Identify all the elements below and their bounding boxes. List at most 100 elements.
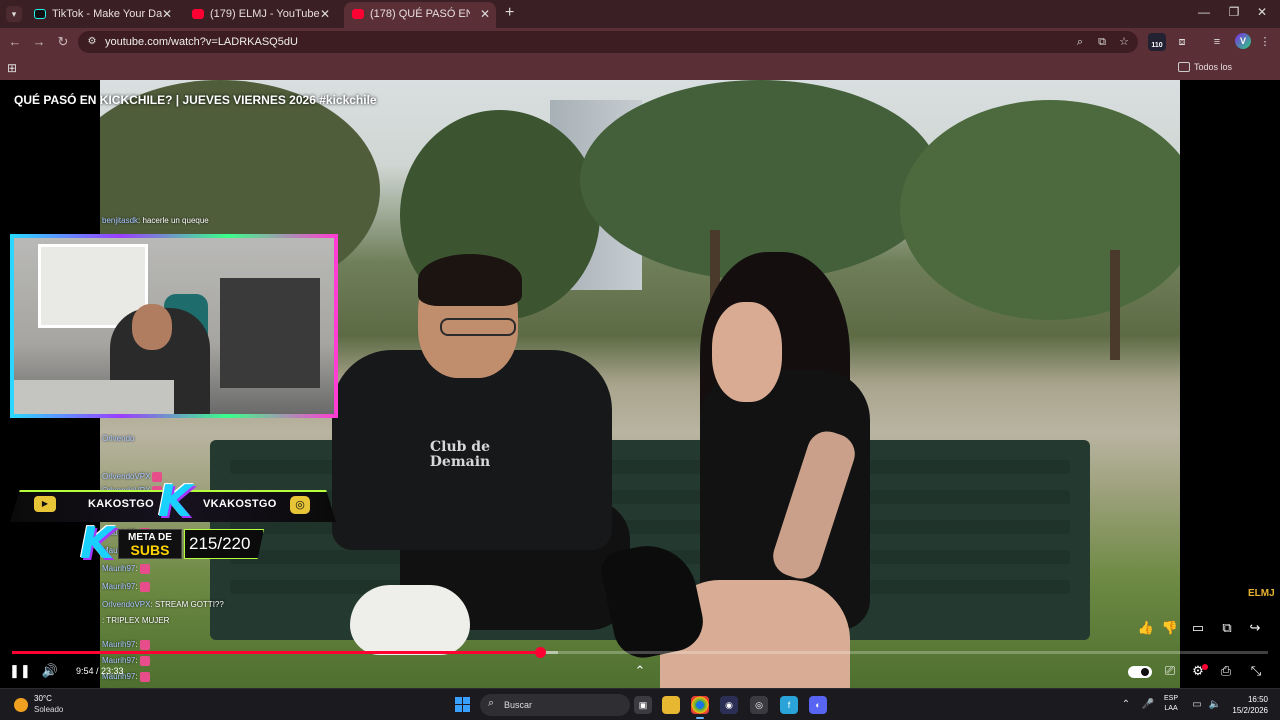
input-language[interactable]: ESP LAA	[1164, 694, 1178, 714]
autoplay-toggle[interactable]	[1128, 666, 1152, 678]
bookmark-star-icon[interactable]: ☆	[1116, 34, 1132, 50]
clock-date: 15/2/2026	[1232, 706, 1268, 715]
chevron-up-icon[interactable]: ⌃	[1119, 698, 1133, 712]
chat-message: Maurih97:	[102, 638, 150, 652]
youtube-handle: KAKOSTGO	[88, 498, 154, 510]
address-bar[interactable]: ⚙ youtube.com/watch?v=LADRKASQ5dU ⌕ ⧉ ☆	[78, 31, 1138, 53]
tab-elmj-youtube[interactable]: (179) ELMJ - YouTube ✕	[184, 2, 336, 28]
chat-message: Orlvendo	[102, 432, 134, 446]
exit-fullscreen-icon[interactable]: ⤡	[1246, 662, 1266, 680]
chat-username: Maurih97	[102, 640, 136, 649]
network-icon[interactable]: ▭	[1190, 698, 1204, 712]
weather-temperature[interactable]: 30°C	[34, 694, 52, 703]
chat-text: :	[135, 656, 138, 665]
obs-icon[interactable]: ◉	[720, 696, 738, 714]
extension-badge-icon[interactable]: 110	[1148, 33, 1166, 51]
tree	[580, 80, 940, 280]
search-icon: ⌕	[488, 697, 495, 709]
window-close-icon[interactable]: ✕	[1252, 5, 1272, 19]
channel-watermark[interactable]: ELMJ	[1248, 588, 1275, 599]
chat-message: benjitasdk: hacerle un queque	[102, 214, 209, 228]
chat-message: OrlvendoVPX	[102, 470, 163, 484]
forward-icon[interactable]: →	[30, 33, 48, 51]
tab-kickchile-video[interactable]: (178) QUÉ PASÓ EN KICKCHILE ✕	[344, 2, 496, 28]
profile-avatar[interactable]: V	[1235, 33, 1251, 49]
close-tab-icon[interactable]: ✕	[480, 2, 490, 26]
chat-emote-icon	[139, 639, 150, 650]
speaker-icon[interactable]: 🔈	[1208, 698, 1222, 712]
system-clock[interactable]: 16:50 15/2/2026	[1226, 694, 1268, 716]
reading-list-icon[interactable]: ≡	[1208, 33, 1226, 51]
tab-label: TikTok - Make Your Day	[52, 8, 162, 20]
tab-search-icon[interactable]: ▾	[6, 6, 22, 22]
chat-emote-icon	[139, 671, 150, 682]
video-title[interactable]: QUÉ PASÓ EN KICKCHILE? | JUEVES VIERNES …	[14, 93, 377, 107]
file-explorer-icon[interactable]	[662, 696, 680, 714]
scrubber-handle[interactable]	[534, 647, 546, 658]
share-icon[interactable]: ↪	[1246, 619, 1264, 637]
tab-tiktok[interactable]: TikTok - Make Your Day ✕	[26, 2, 178, 28]
dislike-icon[interactable]: 👎	[1161, 619, 1179, 637]
close-tab-icon[interactable]: ✕	[320, 2, 330, 26]
site-info-icon[interactable]: ⚙	[86, 36, 98, 48]
install-app-icon[interactable]: ⧉	[1094, 34, 1110, 50]
chrome-icon[interactable]	[691, 696, 709, 719]
new-tab-button[interactable]: +	[505, 4, 514, 22]
folder-icon	[1178, 62, 1190, 72]
microphone-icon[interactable]: 🎤	[1141, 698, 1155, 712]
discord-icon[interactable]: ◐	[809, 696, 827, 714]
youtube-icon: ▶	[34, 496, 56, 512]
back-icon[interactable]: ←	[6, 33, 24, 51]
windows-taskbar: 30°C Soleado ⌕ Buscar ▣ ◉ ◎ f ◐ ⌃ 🎤 ESP …	[0, 688, 1280, 720]
url-text[interactable]: youtube.com/watch?v=LADRKASQ5dU	[105, 31, 298, 53]
woman-head	[712, 302, 782, 402]
task-view-icon[interactable]: ▣	[634, 696, 652, 714]
shirt-print: Club de Demain	[429, 439, 491, 470]
sun-icon[interactable]	[14, 698, 28, 712]
extensions-icon[interactable]: ⧈	[1173, 33, 1191, 51]
chat-text: : STREAM GOTTI??	[150, 600, 224, 609]
progress-bar[interactable]	[12, 647, 1268, 658]
like-icon[interactable]: 👍	[1137, 619, 1155, 637]
reload-icon[interactable]: ↻	[54, 33, 72, 51]
chat-emote-icon	[139, 581, 150, 592]
chat-emote-icon	[139, 655, 150, 666]
video-player[interactable]: Club de Demain QUÉ PASÓ EN KICKCHILE? | …	[0, 80, 1280, 688]
sub-goal-label: META DE SUBS	[118, 529, 182, 559]
close-tab-icon[interactable]: ✕	[162, 2, 172, 26]
comments-icon[interactable]: ▭	[1189, 619, 1207, 637]
chat-text: :	[135, 582, 138, 591]
tab-label: (179) ELMJ - YouTube	[210, 8, 320, 20]
browser-toolbar: ← → ↻ ⚙ youtube.com/watch?v=LADRKASQ5dU …	[0, 28, 1280, 56]
cast-icon[interactable]: ⎙	[1216, 662, 1236, 680]
app-f-icon[interactable]: f	[780, 696, 798, 714]
time-display: 9:54 / 23:33	[76, 666, 124, 676]
kick-handle: VKAKOSTGO	[203, 498, 277, 510]
hd-badge	[1202, 664, 1208, 670]
minimize-icon[interactable]: —	[1194, 5, 1214, 19]
chevron-up-icon[interactable]: ⌃	[630, 662, 650, 680]
restore-icon[interactable]: ❐	[1224, 5, 1244, 19]
zoom-icon[interactable]: ⌕	[1072, 34, 1088, 50]
pause-icon[interactable]: ❚❚	[9, 662, 31, 680]
live-chat-icon[interactable]: ⧉	[1218, 619, 1236, 637]
apps-grid-icon[interactable]: ⊞	[7, 61, 21, 75]
clock-time: 16:50	[1247, 695, 1268, 704]
subtitles-icon[interactable]: ⎚	[1160, 662, 1180, 680]
sneaker	[350, 585, 470, 655]
start-button[interactable]	[455, 697, 470, 712]
volume-icon[interactable]: 🔊	[40, 662, 60, 680]
tab-strip: ▾ TikTok - Make Your Day ✕ (179) ELMJ - …	[0, 0, 1280, 28]
tree	[900, 100, 1180, 320]
chat-message: Maurih97:	[102, 580, 150, 594]
menu-kebab-icon[interactable]: ⋮	[1256, 33, 1274, 51]
cam-desk	[14, 380, 174, 414]
chat-text: :	[135, 672, 138, 681]
webcam-overlay	[10, 234, 338, 418]
streamer-head	[132, 304, 172, 350]
taskbar-search[interactable]: ⌕ Buscar	[480, 694, 630, 716]
steam-icon[interactable]: ◎	[750, 696, 768, 714]
weather-description[interactable]: Soleado	[34, 705, 63, 714]
chat-message: OrlvendoVPX: STREAM GOTTI??	[102, 598, 224, 612]
search-placeholder: Buscar	[504, 700, 533, 710]
